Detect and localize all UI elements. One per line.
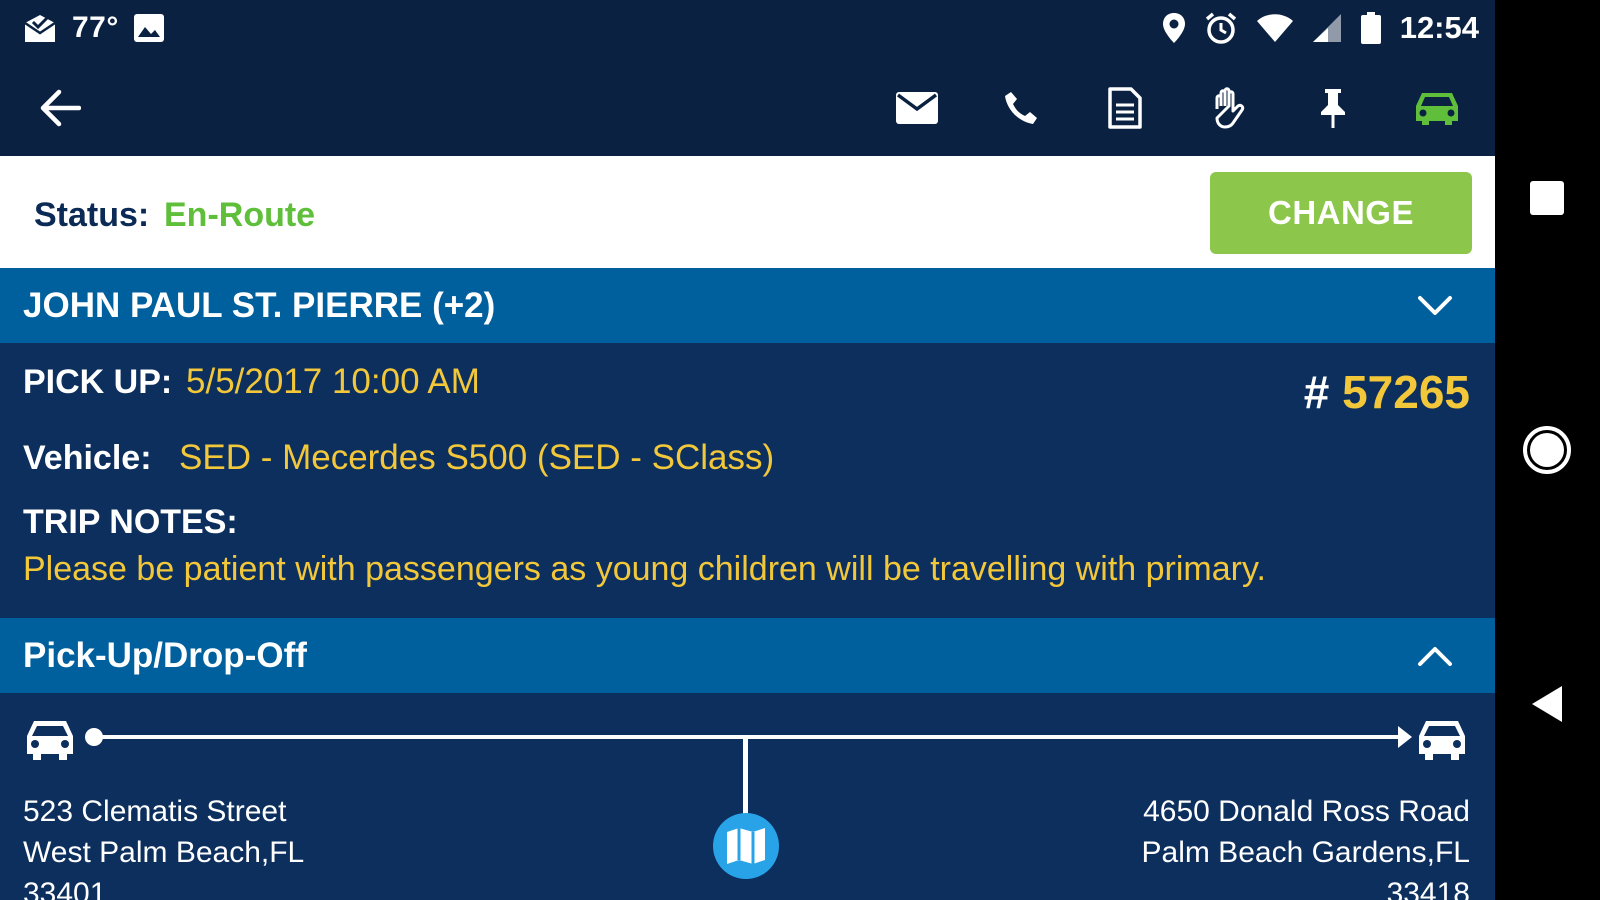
toolbar-actions	[883, 78, 1471, 138]
passenger-name: JOHN PAUL ST. PIERRE (+2)	[23, 285, 496, 325]
status-bar-right: 12:54	[1162, 8, 1479, 48]
open-map-button[interactable]	[713, 813, 779, 879]
hand-button[interactable]	[1195, 78, 1263, 138]
clock: 12:54	[1399, 10, 1479, 45]
email-icon	[896, 92, 938, 124]
temperature: 77°	[72, 11, 119, 44]
route-panel: 523 Clematis Street West Palm Beach,FL 3…	[0, 693, 1495, 900]
home-icon	[1523, 426, 1571, 474]
vehicle-label: Vehicle:	[23, 439, 152, 477]
home-button[interactable]	[1517, 420, 1577, 480]
passenger-section-header[interactable]: JOHN PAUL ST. PIERRE (+2)	[0, 268, 1495, 343]
location-icon	[1162, 12, 1186, 44]
app-toolbar	[0, 56, 1495, 156]
route-arrow	[1398, 726, 1412, 748]
trip-details-panel: PICK UP: 5/5/2017 10:00 AM # 57265 Vehic…	[0, 343, 1495, 618]
trip-number: # 57265	[1304, 365, 1470, 419]
trip-notes-label: TRIP NOTES:	[23, 503, 238, 541]
system-navigation-bar	[1495, 0, 1600, 900]
recents-icon	[1530, 181, 1564, 215]
recents-button[interactable]	[1517, 168, 1577, 228]
chevron-down-icon[interactable]	[1415, 286, 1455, 326]
dropoff-city: Palm Beach Gardens,FL	[1141, 836, 1471, 869]
wifi-icon	[1256, 12, 1294, 44]
chevron-up-icon[interactable]	[1415, 636, 1455, 676]
vehicle-value: SED - Mecerdes S500 (SED - SClass)	[179, 438, 775, 477]
trip-details-screen: 77° 12:54 Status: En-Route CHANGE JOHN P…	[0, 0, 1495, 900]
car-icon	[1416, 93, 1458, 125]
email-button[interactable]	[883, 78, 951, 138]
back-triangle-icon	[1532, 686, 1562, 722]
system-status-bar: 77° 12:54	[0, 0, 1495, 56]
pickup-address: 523 Clematis Street West Palm Beach,FL 3…	[23, 791, 304, 900]
mail-check-icon	[22, 11, 58, 45]
back-arrow-icon	[40, 89, 81, 127]
image-icon	[133, 13, 165, 43]
hand-icon	[1215, 87, 1245, 129]
trip-number-hash: #	[1303, 366, 1330, 418]
route-line	[94, 735, 1404, 739]
status-row: Status: En-Route CHANGE	[0, 156, 1495, 268]
route-section-title: Pick-Up/Drop-Off	[23, 635, 307, 675]
pin-icon	[1321, 89, 1345, 128]
pickup-label: PICK UP:	[23, 363, 173, 401]
phone-icon	[1005, 92, 1037, 124]
document-icon	[1108, 87, 1142, 129]
battery-icon	[1360, 11, 1382, 45]
dropoff-address: 4650 Donald Ross Road Palm Beach Gardens…	[1142, 791, 1471, 900]
pickup-car-icon	[22, 717, 78, 768]
trip-number-value: 57265	[1342, 366, 1470, 418]
back-button[interactable]	[34, 82, 86, 134]
status-value: En-Route	[164, 196, 316, 234]
pickup-zip: 33401	[23, 877, 107, 900]
status-bar-left: 77°	[22, 8, 165, 48]
phone-button[interactable]	[987, 78, 1055, 138]
dropoff-zip: 33418	[1386, 877, 1470, 900]
status-label: Status:	[34, 196, 150, 234]
alarm-icon	[1204, 11, 1238, 45]
pin-button[interactable]	[1299, 78, 1367, 138]
route-section-header[interactable]: Pick-Up/Drop-Off	[0, 618, 1495, 693]
map-icon	[727, 828, 765, 864]
change-status-button[interactable]: CHANGE	[1210, 172, 1472, 254]
pickup-city: West Palm Beach,FL	[23, 836, 305, 869]
pickup-datetime: 5/5/2017 10:00 AM	[186, 362, 480, 401]
signal-icon	[1312, 12, 1342, 44]
car-status-button[interactable]	[1403, 78, 1471, 138]
back-nav-button[interactable]	[1517, 674, 1577, 734]
trip-notes-text: Please be patient with passengers as you…	[23, 550, 1266, 588]
dropoff-car-icon	[1414, 717, 1470, 768]
document-button[interactable]	[1091, 78, 1159, 138]
pickup-street: 523 Clematis Street	[23, 795, 287, 828]
dropoff-street: 4650 Donald Ross Road	[1143, 795, 1470, 828]
route-stem	[743, 739, 748, 819]
